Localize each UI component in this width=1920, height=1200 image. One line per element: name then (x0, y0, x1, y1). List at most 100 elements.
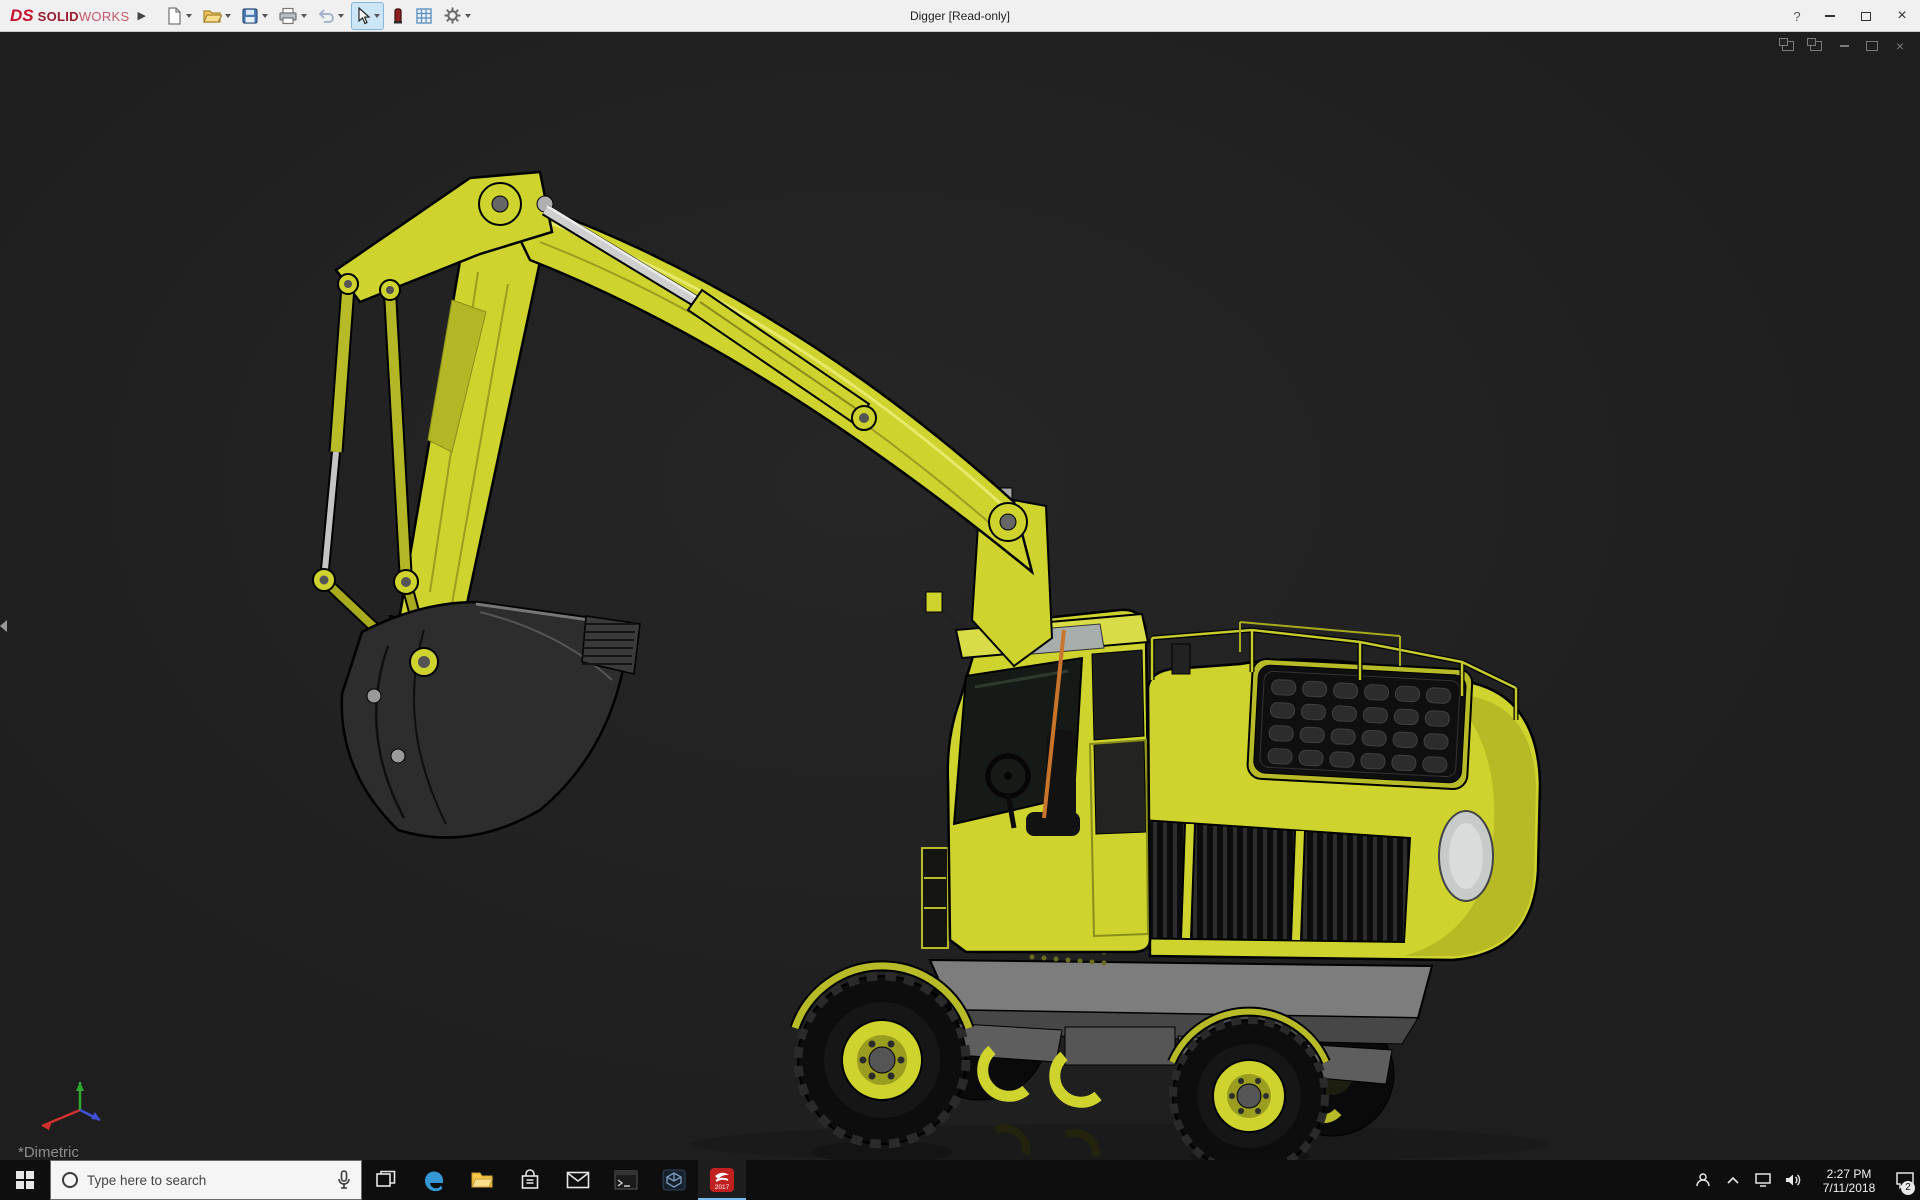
dropdown-caret[interactable] (261, 13, 268, 18)
maximize-icon (1861, 11, 1871, 21)
popout-icon[interactable] (1779, 37, 1796, 52)
hidden-icons-button[interactable] (1718, 1160, 1748, 1200)
start-button[interactable] (0, 1160, 50, 1200)
close-document-icon[interactable]: × (1892, 39, 1908, 53)
menu-expand-arrow[interactable]: ▶ (137, 9, 145, 22)
bucket-cylinder[interactable] (312, 273, 432, 658)
undo-button[interactable] (314, 2, 347, 30)
terminal-icon (614, 1170, 638, 1190)
taskbar: 2017 2:27 PM (0, 1160, 1920, 1200)
view-orientation-label: *Dimetric (18, 1144, 79, 1160)
save-button[interactable] (238, 2, 271, 30)
dassault-ds-glyph: DS (10, 5, 34, 25)
exhaust-stack (1171, 643, 1191, 675)
network-button[interactable] (1748, 1160, 1778, 1200)
print-button[interactable] (275, 2, 310, 30)
save-icon (242, 7, 258, 24)
window-controls: ? × (1782, 0, 1920, 32)
spreadsheet-icon (416, 7, 432, 24)
access-ladder (921, 847, 949, 949)
help-button[interactable]: ? (1782, 0, 1812, 32)
restore-document-icon[interactable] (1864, 39, 1880, 52)
network-icon (1755, 1173, 1771, 1187)
select-button[interactable] (350, 1, 384, 30)
terminal-button[interactable] (602, 1160, 650, 1200)
dropdown-caret[interactable] (185, 13, 192, 18)
main-boom[interactable] (494, 189, 1035, 576)
bucket[interactable] (340, 600, 641, 839)
close-icon: × (1897, 7, 1907, 24)
side-window (1091, 649, 1145, 741)
gear-icon (444, 7, 461, 24)
action-center-button[interactable]: 2 (1890, 1160, 1920, 1200)
dropdown-caret[interactable] (224, 13, 231, 18)
new-document-icon (168, 6, 181, 25)
3d-viewport[interactable]: × *Dimetric (0, 32, 1920, 1160)
print-icon (279, 7, 297, 24)
close-button[interactable]: × (1884, 0, 1920, 32)
excavator-model[interactable] (0, 32, 1920, 1160)
3d-viewer-icon (662, 1169, 686, 1191)
solidworks-taskbar-button[interactable]: 2017 (698, 1160, 746, 1200)
volume-button[interactable] (1778, 1160, 1808, 1200)
svg-text:2017: 2017 (715, 1184, 730, 1191)
taskbar-clock[interactable]: 2:27 PM 7/11/2018 (1808, 1166, 1890, 1195)
mail-icon (566, 1171, 590, 1189)
file-explorer-button[interactable] (458, 1160, 506, 1200)
orientation-triad (41, 1082, 101, 1130)
rear-wheel[interactable] (1169, 1016, 1329, 1160)
select-arrow-icon (358, 6, 371, 24)
seat-cushion (1026, 812, 1080, 836)
dropdown-caret[interactable] (337, 13, 344, 18)
ground-reflection (690, 1124, 1550, 1160)
system-tray: 2:27 PM 7/11/2018 2 (1688, 1160, 1920, 1200)
titlebar: DS SOLID WORKS ▶ Digger [Read-only] ? × (0, 0, 1920, 32)
file-explorer-icon (471, 1172, 494, 1188)
minimize-button[interactable] (1812, 0, 1848, 32)
solidworks-logo: DS SOLID WORKS (10, 5, 130, 25)
clock-date: 7/11/2018 (1822, 1180, 1876, 1195)
document-window-controls: × (1779, 37, 1908, 53)
undo-icon (318, 8, 334, 23)
microphone-icon[interactable] (337, 1170, 351, 1190)
edge-icon (424, 1171, 443, 1192)
chevron-up-icon (1727, 1176, 1739, 1184)
front-grille (1110, 816, 1412, 944)
mail-button[interactable] (554, 1160, 602, 1200)
volume-icon (1786, 1174, 1801, 1186)
quick-access-toolbar (160, 0, 476, 31)
search-icon (62, 1172, 78, 1188)
store-icon (521, 1169, 539, 1189)
solidworks-icon: 2017 (710, 1168, 734, 1192)
dropdown-caret[interactable] (464, 13, 471, 18)
task-view-button[interactable] (362, 1160, 410, 1200)
spreadsheet-button[interactable] (412, 2, 436, 30)
notification-badge: 2 (1901, 1181, 1915, 1195)
3d-viewer-button[interactable] (650, 1160, 698, 1200)
open-button[interactable] (199, 2, 234, 30)
dropdown-caret[interactable] (373, 13, 380, 18)
new-document-button[interactable] (162, 2, 195, 30)
taskbar-search[interactable] (50, 1160, 362, 1200)
people-button[interactable] (1688, 1160, 1718, 1200)
search-input[interactable] (87, 1172, 327, 1188)
minimize-document-icon[interactable] (1836, 39, 1852, 52)
maximize-button[interactable] (1848, 0, 1884, 32)
dropdown-caret[interactable] (300, 13, 307, 18)
stick-cylinder[interactable] (541, 204, 877, 431)
door-window (1093, 739, 1147, 835)
front-wheel[interactable] (793, 971, 971, 1149)
mirror (925, 591, 943, 613)
popout-icon-2[interactable] (1807, 37, 1824, 52)
appearance-icon (393, 7, 402, 23)
clock-time: 2:27 PM (1826, 1166, 1872, 1181)
windows-logo-icon (16, 1171, 34, 1189)
people-icon (1696, 1173, 1710, 1187)
task-view-icon (376, 1170, 396, 1187)
minimize-icon (1825, 15, 1835, 17)
store-button[interactable] (506, 1160, 554, 1200)
edge-button[interactable] (410, 1160, 458, 1200)
appearance-button[interactable] (388, 2, 408, 30)
options-button[interactable] (440, 2, 474, 30)
open-folder-icon (203, 9, 222, 23)
